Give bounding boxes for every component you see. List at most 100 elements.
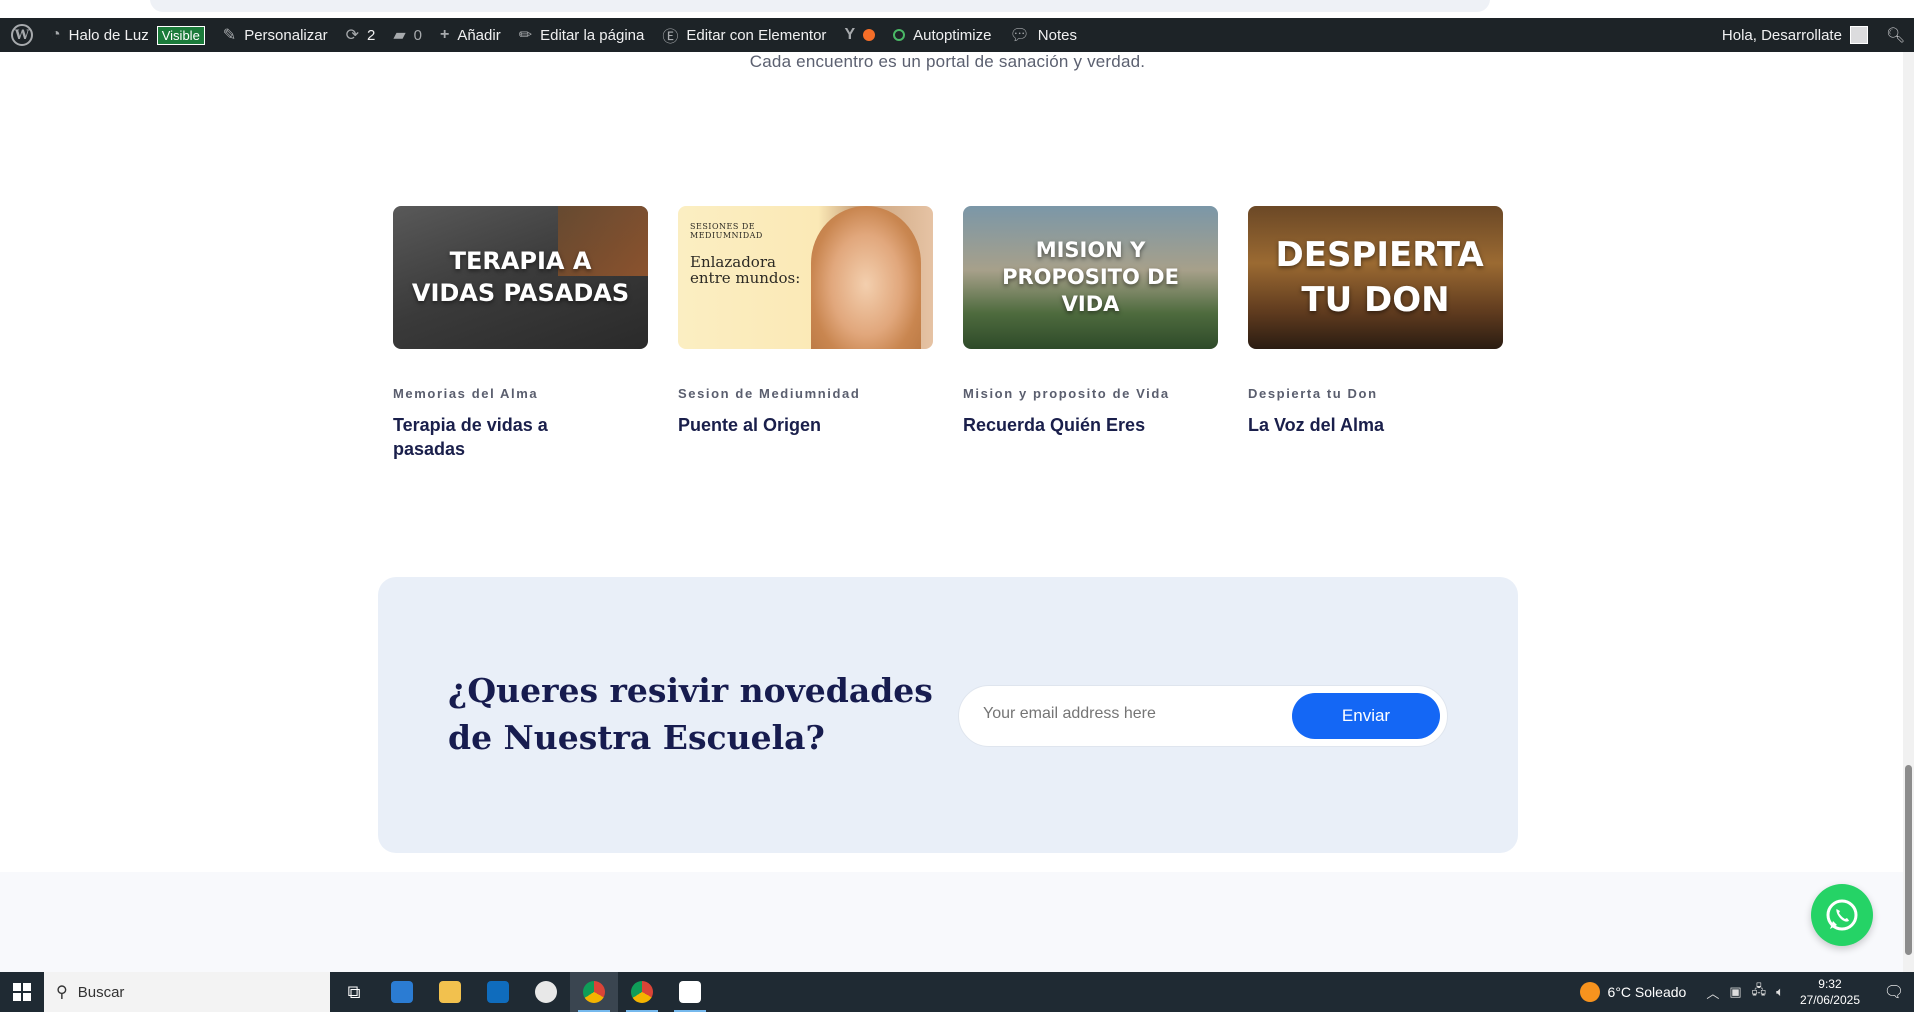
autoptimize-menu[interactable]: Autoptimize (884, 18, 1000, 52)
email-field[interactable] (983, 705, 1283, 723)
screen: W ◔ Halo de Luz Visible ✎ Personalizar ⟳… (0, 0, 1914, 1012)
comment-icon: ▰ (393, 27, 406, 44)
weather-text[interactable]: 6°C Soleado (1608, 984, 1687, 1000)
browser-toolbar (0, 0, 1914, 18)
autoptimize-label: Autoptimize (913, 26, 992, 44)
network-icon[interactable]: 🖧︎ (1752, 981, 1767, 1003)
footer-area (0, 872, 1905, 972)
service-card[interactable]: TERAPIA A VIDAS PASADAS Memorias del Alm… (393, 206, 648, 461)
card-image[interactable]: DESPIERTA TU DON (1248, 206, 1503, 349)
card-image[interactable]: TERAPIA A VIDAS PASADAS (393, 206, 648, 349)
card-image-text: MISION Y PROPOSITO DE VIDA (1002, 237, 1179, 317)
notes-label: Notes (1037, 26, 1077, 44)
folder-icon (439, 981, 461, 1003)
chrome-icon (583, 981, 605, 1003)
paint-icon (535, 981, 557, 1003)
newsletter-form: Enviar (958, 685, 1448, 747)
card-image-kicker: SESIONES DE MEDIUMNIDAD (690, 222, 763, 240)
comments-count: 0 (413, 26, 422, 44)
section-subtitle: Cada encuentro es un portal de sanación … (749, 52, 1146, 71)
store-icon (391, 981, 413, 1003)
service-card[interactable]: DESPIERTA TU DON Despierta tu Don La Voz… (1248, 206, 1503, 437)
admin-search[interactable]: 🔍︎ (1877, 18, 1914, 52)
brush-icon: ✎ (222, 27, 237, 44)
system-tray: 6°C Soleado ︿ ▣ 🖧︎ 🔈︎ 9:32 27/06/2025 🗨︎ (1579, 972, 1914, 1012)
outlook-app[interactable] (474, 972, 522, 1012)
notification-center-button[interactable]: 🗨︎ (1874, 972, 1914, 1012)
speech-bubble-icon: 💬︎ (1009, 27, 1030, 44)
edit-elementor-label: Editar con Elementor (686, 26, 827, 44)
chevron-up-icon[interactable]: ︿ (1706, 983, 1719, 1002)
add-new-menu[interactable]: + Añadir (431, 18, 510, 52)
whatsapp-button[interactable] (1811, 884, 1873, 946)
comments-link[interactable]: ▰ 0 (384, 18, 431, 52)
store-app[interactable] (378, 972, 426, 1012)
chrome-app-profile-r[interactable] (570, 972, 618, 1012)
card-title[interactable]: Puente al Origen (678, 413, 933, 437)
newsletter-section: ¿Queres resivir novedades de Nuestra Esc… (378, 577, 1518, 853)
notes-link[interactable]: 💬︎ Notes (1000, 18, 1086, 52)
customize-link[interactable]: ✎ Personalizar (214, 18, 337, 52)
card-title[interactable]: Terapia de vidas a pasadas (393, 413, 573, 461)
scrollbar-thumb[interactable] (1905, 765, 1912, 955)
capcut-icon (679, 981, 701, 1003)
paint-app[interactable] (522, 972, 570, 1012)
whatsapp-icon (1826, 899, 1858, 931)
clock-time: 9:32 (1818, 977, 1842, 991)
weather-sun-icon[interactable] (1579, 982, 1600, 1002)
card-image-text: TERAPIA A VIDAS PASADAS (411, 247, 630, 307)
newsletter-heading: ¿Queres resivir novedades de Nuestra Esc… (448, 671, 933, 757)
account-menu[interactable]: Hola, Desarrollate (1713, 18, 1877, 52)
card-category: Mision y proposito de Vida (963, 386, 1170, 401)
start-button[interactable] (0, 972, 44, 1012)
card-image[interactable]: SESIONES DE MEDIUMNIDAD Enlazadora entre… (678, 206, 933, 349)
site-name-menu[interactable]: ◔ Halo de Luz Visible (42, 18, 214, 52)
taskbar-search[interactable]: ⚲ Buscar (44, 972, 330, 1012)
task-view-icon: ⧉ (347, 981, 361, 1002)
card-title[interactable]: La Voz del Alma (1248, 413, 1503, 437)
search-icon: 🔍︎ (1885, 27, 1905, 44)
notification-icon: 🗨︎ (1883, 984, 1905, 1001)
updates-link[interactable]: ⟳ 2 (337, 18, 385, 52)
visibility-badge: Visible (156, 25, 205, 45)
yoast-menu[interactable]: Y (835, 18, 884, 52)
card-image-text: DESPIERTA TU DON (1275, 235, 1484, 320)
capcut-app[interactable] (666, 972, 714, 1012)
edit-page-link[interactable]: ✏ Editar la página (510, 18, 654, 52)
edit-page-label: Editar la página (540, 26, 645, 44)
wp-logo-menu[interactable]: W (0, 18, 42, 52)
service-card[interactable]: SESIONES DE MEDIUMNIDAD Enlazadora entre… (678, 206, 933, 437)
search-icon: ⚲ (56, 984, 68, 1001)
customize-label: Personalizar (244, 26, 328, 44)
volume-icon[interactable]: 🔈︎ (1776, 984, 1784, 1000)
submit-button[interactable]: Enviar (1292, 693, 1440, 739)
card-title[interactable]: Recuerda Quién Eres (963, 413, 1218, 437)
dashboard-icon: ◔ (51, 26, 61, 43)
clock-date: 27/06/2025 (1799, 993, 1860, 1007)
plus-icon: + (439, 26, 450, 43)
outlook-icon (487, 981, 509, 1003)
card-image[interactable]: MISION Y PROPOSITO DE VIDA (963, 206, 1218, 349)
updates-count: 2 (366, 26, 376, 44)
clock[interactable]: 9:32 27/06/2025 (1800, 976, 1860, 1008)
site-name: Halo de Luz (68, 26, 149, 44)
file-explorer-app[interactable] (426, 972, 474, 1012)
card-image-text: Enlazadora entre mundos: (690, 253, 801, 287)
avatar (1849, 26, 1868, 44)
pencil-icon: ✏ (518, 27, 533, 44)
card-category: Sesion de Mediumnidad (678, 386, 861, 401)
taskbar-search-placeholder: Buscar (77, 983, 125, 1001)
taskbar: ⚲ Buscar ⧉ 6°C Soleado ︿ ▣ 🖧︎ 🔈︎ 9:32 27… (0, 972, 1914, 1012)
edit-elementor-link[interactable]: Ⓔ Editar con Elementor (653, 18, 835, 52)
chrome-icon (631, 981, 653, 1003)
wordpress-icon: W (11, 24, 33, 46)
portrait-photo (811, 206, 921, 349)
add-new-label: Añadir (457, 26, 501, 44)
address-bar[interactable] (150, 0, 1490, 12)
meet-now-icon[interactable]: ▣ (1729, 984, 1741, 1000)
greeting: Hola, Desarrollate (1721, 26, 1842, 44)
task-view-button[interactable]: ⧉ (330, 972, 378, 1012)
service-card[interactable]: MISION Y PROPOSITO DE VIDA Mision y prop… (963, 206, 1218, 437)
yoast-icon: Y (844, 26, 856, 43)
chrome-app[interactable] (618, 972, 666, 1012)
